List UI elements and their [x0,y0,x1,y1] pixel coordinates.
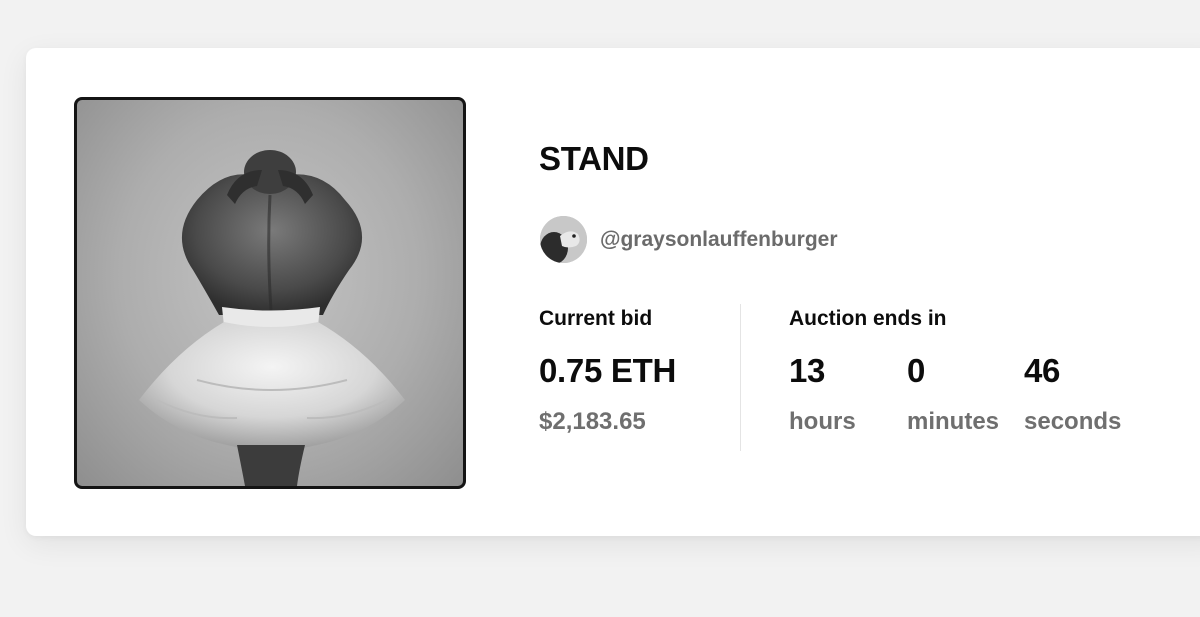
countdown-minutes-label: minutes [907,408,1000,435]
artwork-image[interactable] [74,97,466,489]
auction-ends-label: Auction ends in [789,307,947,330]
countdown-seconds-value: 46 [1024,352,1061,389]
artwork-title: STAND [539,140,649,177]
current-bid-label: Current bid [539,307,653,330]
divider [740,304,741,451]
creator-username[interactable]: @graysonlauffenburger [600,228,838,252]
countdown-hours-value: 13 [789,352,826,389]
current-bid-amount: 0.75 ETH [539,352,676,389]
current-bid-usd: $2,183.65 [539,408,646,435]
countdown-seconds-label: seconds [1024,408,1122,435]
creator-avatar[interactable] [540,216,587,263]
countdown-minutes-value: 0 [907,352,926,389]
countdown-hours-label: hours [789,408,856,435]
